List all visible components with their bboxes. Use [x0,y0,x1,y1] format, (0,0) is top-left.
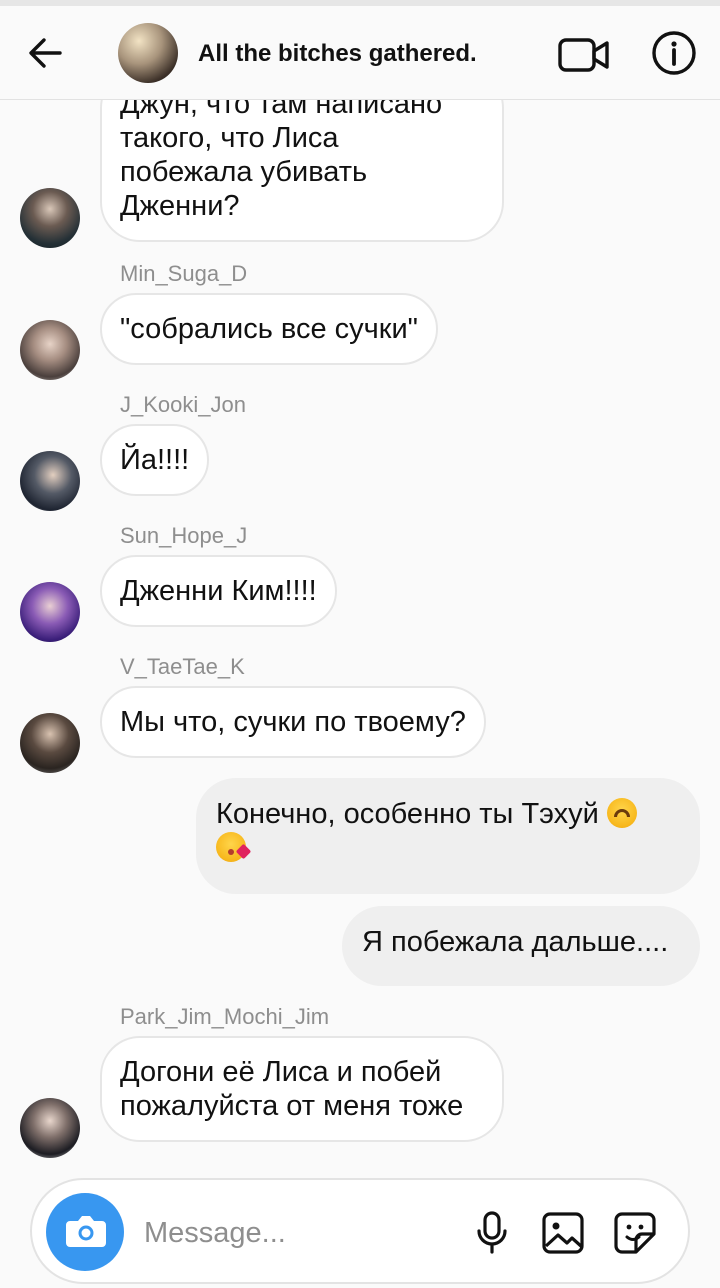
message-composer [30,1178,690,1284]
message-input[interactable] [144,1213,444,1253]
upside-down-face-emoji [606,798,637,828]
chat-title[interactable]: All the bitches gathered. [198,40,477,68]
message-bubble[interactable]: "собрались все сучки" [100,293,438,365]
message-bubble[interactable]: Мы что, сучки по твоему? [100,686,486,758]
message-bubble[interactable]: Дженни Ким!!!! [100,555,337,627]
message-bubble[interactable]: Догони её Лиса и побей пожалуйста от мен… [100,1036,504,1142]
video-call-icon[interactable] [556,32,612,78]
message-bubble[interactable]: Йа!!!! [100,424,210,496]
group-avatar[interactable] [118,23,178,83]
avatar[interactable] [20,320,80,380]
chat-header: All the bitches gathered. [0,6,720,100]
gallery-icon[interactable] [540,1210,586,1256]
camera-button[interactable] [46,1193,124,1271]
info-icon[interactable] [650,29,698,77]
avatar[interactable] [20,582,80,642]
avatar[interactable] [20,451,80,511]
sender-name: J_Kooki_Jon [120,392,246,417]
avatar[interactable] [20,188,80,248]
sender-name: V_TaeTae_K [120,654,245,679]
outgoing-message-bubble[interactable]: Конечно, особенно ты Тэхуй [196,778,700,894]
avatar[interactable] [20,1098,80,1158]
sender-name: Sun_Hope_J [120,523,248,548]
face-blowing-kiss-emoji [216,832,252,862]
sender-name: Min_Suga_D [120,261,248,286]
message-list[interactable]: Джун, что там написано такого, что Лиса … [0,100,720,1166]
message-bubble[interactable]: Джун, что там написано такого, что Лиса … [100,100,504,242]
back-arrow-icon[interactable] [22,30,68,76]
avatar[interactable] [20,713,80,773]
camera-icon [66,1216,106,1247]
outgoing-message-bubble[interactable]: Я побежала дальше.... [342,906,700,986]
sender-name: Park_Jim_Mochi_Jim [120,1004,330,1029]
sticker-icon[interactable] [612,1210,658,1256]
microphone-icon[interactable] [472,1210,512,1256]
